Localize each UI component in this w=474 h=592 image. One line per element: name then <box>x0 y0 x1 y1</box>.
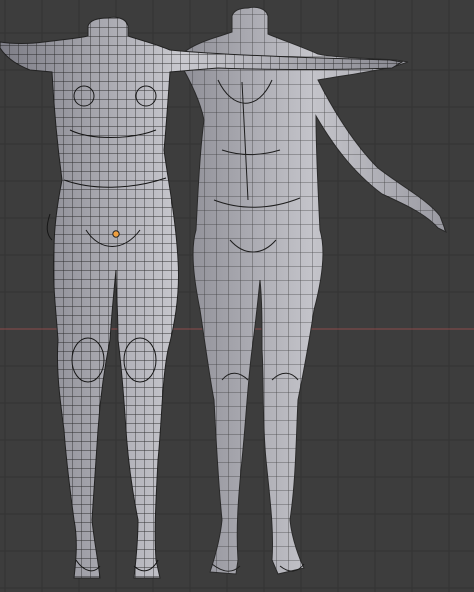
3d-viewport[interactable] <box>0 0 474 592</box>
mesh-wireframe-a-pose <box>178 7 446 575</box>
object-origin-icon[interactable] <box>112 230 120 238</box>
mesh-object-a-pose[interactable] <box>177 6 447 575</box>
viewport-canvas[interactable] <box>0 0 474 592</box>
